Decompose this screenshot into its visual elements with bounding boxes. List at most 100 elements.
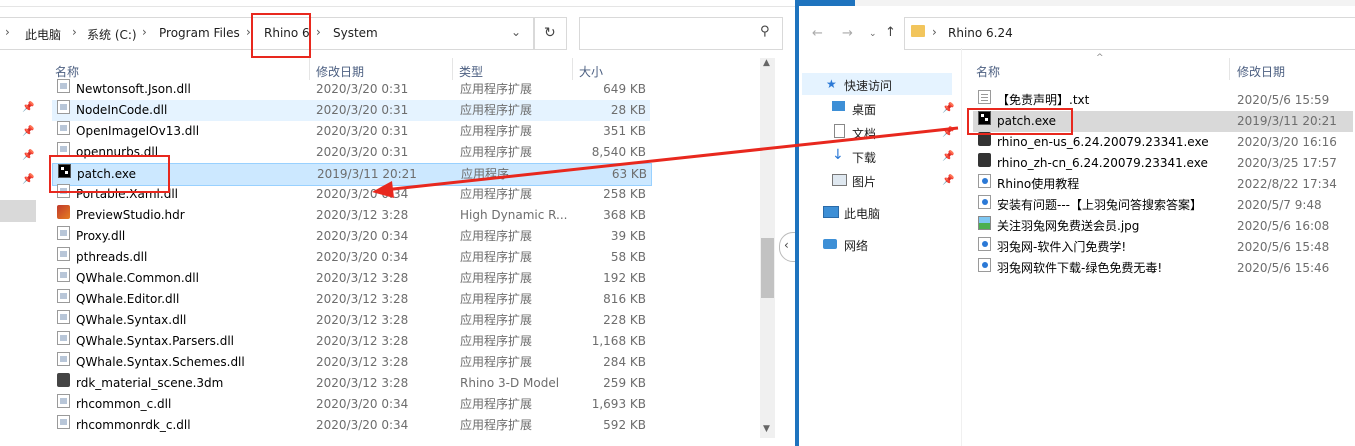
column-header-name[interactable]: 名称 bbox=[976, 63, 1000, 80]
file-row[interactable]: QWhale.Editor.dll 2020/3/12 3:28 应用程序扩展 816… bbox=[52, 289, 650, 310]
file-name: 安装有问题---【上羽兔问答搜索答案】 bbox=[997, 198, 1202, 212]
nav-item-desktop[interactable]: 桌面 bbox=[852, 101, 876, 118]
chevron-down-icon[interactable]: ⌄ bbox=[869, 29, 877, 39]
pin-icon[interactable]: 📌 bbox=[942, 103, 954, 114]
dll-icon bbox=[57, 352, 70, 366]
file-row[interactable]: rdk_material_scene.3dm 2020/3/12 3:28 Rhin… bbox=[52, 373, 650, 394]
file-size: 368 KB bbox=[603, 208, 646, 222]
file-size: 28 KB bbox=[610, 103, 646, 117]
file-row[interactable]: QWhale.Common.dll 2020/3/12 3:28 应用程序扩展 192… bbox=[52, 268, 650, 289]
nav-item-this-pc[interactable]: 此电脑 bbox=[844, 205, 880, 222]
forward-arrow-icon[interactable]: → bbox=[842, 26, 853, 41]
file-row[interactable]: 羽兔网软件下载-绿色免费无毒! 2020/5/6 15:46 bbox=[973, 258, 1353, 279]
url-icon bbox=[978, 195, 991, 209]
file-row[interactable]: PreviewStudio.hdr 2020/3/12 3:28 High Dyna… bbox=[52, 205, 650, 226]
dll-icon bbox=[57, 310, 70, 324]
file-type: 应用程序扩展 bbox=[460, 271, 533, 285]
nav-item-downloads[interactable]: 下载 bbox=[852, 149, 876, 166]
file-row[interactable]: 关注羽兔网免费送会员.jpg 2020/5/6 16:08 bbox=[973, 216, 1353, 237]
file-row[interactable]: OpenImageIOv13.dll 2020/3/20 0:31 应用程序扩展 35… bbox=[52, 121, 650, 142]
dll-icon bbox=[57, 247, 70, 261]
column-header-modified[interactable]: 修改日期 bbox=[1237, 63, 1285, 80]
scroll-up-icon[interactable]: ▲ bbox=[763, 58, 770, 68]
up-arrow-icon[interactable]: ↑ bbox=[885, 25, 896, 40]
pane-splitter[interactable] bbox=[961, 48, 962, 446]
file-name: 羽兔网软件下载-绿色免费无毒! bbox=[997, 261, 1163, 275]
refresh-button[interactable]: ↻ bbox=[534, 17, 567, 50]
file-row[interactable]: rhcommon_c.dll 2020/3/20 0:34 应用程序扩展 1,693 … bbox=[52, 394, 650, 415]
column-header-size[interactable]: 大小 bbox=[579, 63, 603, 80]
highlight-box-patch-left bbox=[49, 155, 170, 193]
left-search-input[interactable]: ⚲ bbox=[579, 17, 783, 50]
hdr-icon bbox=[57, 205, 70, 219]
file-row[interactable]: NodeInCode.dll 2020/3/20 0:31 应用程序扩展 28 KB bbox=[52, 100, 650, 121]
file-row[interactable]: QWhale.Syntax.Parsers.dll 2020/3/12 3:28 应… bbox=[52, 331, 650, 352]
file-row[interactable]: pthreads.dll 2020/3/20 0:34 应用程序扩展 58 KB bbox=[52, 247, 650, 268]
column-divider[interactable] bbox=[452, 58, 453, 80]
file-name: rhcommonrdk_c.dll bbox=[76, 418, 191, 432]
left-scrollbar-thumb[interactable] bbox=[761, 238, 774, 298]
file-row[interactable]: rhino_zh-cn_6.24.20079.23341.exe 2020/3/2… bbox=[973, 153, 1353, 174]
file-modified: 2020/3/20 16:16 bbox=[1237, 135, 1337, 149]
file-row[interactable]: Proxy.dll 2020/3/20 0:34 应用程序扩展 39 KB bbox=[52, 226, 650, 247]
breadcrumb-program-files[interactable]: Program Files bbox=[159, 26, 240, 40]
column-divider[interactable] bbox=[1229, 58, 1230, 80]
right-address-bar[interactable]: › Rhino 6.24 bbox=[904, 17, 1355, 50]
chevron-right-icon: › bbox=[5, 25, 10, 39]
column-divider[interactable] bbox=[309, 58, 310, 80]
highlight-box-rhino6 bbox=[251, 13, 311, 58]
pin-icon[interactable]: 📌 bbox=[22, 126, 34, 137]
pin-icon[interactable]: 📌 bbox=[942, 175, 954, 186]
pin-icon[interactable]: 📌 bbox=[22, 102, 34, 113]
breadcrumb-rhino624[interactable]: Rhino 6.24 bbox=[948, 26, 1013, 40]
column-divider[interactable] bbox=[572, 58, 573, 80]
file-type: 应用程序扩展 bbox=[460, 229, 533, 243]
file-size: 284 KB bbox=[603, 355, 646, 369]
scroll-down-icon[interactable]: ▼ bbox=[763, 424, 770, 434]
file-size: 63 KB bbox=[611, 167, 647, 181]
nav-item-network[interactable]: 网络 bbox=[844, 237, 868, 254]
file-size: 228 KB bbox=[603, 313, 646, 327]
breadcrumb-system[interactable]: System bbox=[333, 26, 378, 40]
chevron-right-icon: › bbox=[72, 25, 77, 39]
file-row[interactable]: rhcommonrdk_c.dll 2020/3/20 0:34 应用程序扩展 592… bbox=[52, 415, 650, 436]
nav-item-documents[interactable]: 文档 bbox=[852, 125, 876, 142]
file-type: 应用程序扩展 bbox=[460, 250, 533, 264]
star-icon: ★ bbox=[826, 77, 837, 91]
desktop-icon bbox=[832, 101, 845, 111]
chevron-right-icon: › bbox=[932, 25, 937, 39]
ribbon-file-tab[interactable] bbox=[799, 0, 855, 6]
file-row[interactable]: 安装有问题---【上羽兔问答搜索答案】 2020/5/7 9:48 bbox=[973, 195, 1353, 216]
column-header-modified[interactable]: 修改日期 bbox=[316, 63, 364, 80]
dll-icon bbox=[57, 121, 70, 135]
back-arrow-icon[interactable]: ← bbox=[812, 26, 823, 41]
column-header-name[interactable]: 名称 bbox=[55, 63, 79, 80]
file-row[interactable]: QWhale.Syntax.dll 2020/3/12 3:28 应用程序扩展 228… bbox=[52, 310, 650, 331]
file-modified: 2020/5/6 16:08 bbox=[1237, 219, 1330, 233]
file-row[interactable]: rhino_en-us_6.24.20079.23341.exe 2020/3/2… bbox=[973, 132, 1353, 153]
breadcrumb-drive-c[interactable]: 系统 (C:) bbox=[87, 26, 137, 43]
nav-selected-item[interactable] bbox=[0, 200, 36, 222]
file-name: OpenImageIOv13.dll bbox=[76, 124, 200, 138]
file-row[interactable]: 羽兔网-软件入门免费学! 2020/5/6 15:48 bbox=[973, 237, 1353, 258]
window-divider bbox=[795, 0, 799, 446]
file-name: Proxy.dll bbox=[76, 229, 126, 243]
file-type: 应用程序扩展 bbox=[460, 313, 533, 327]
file-row[interactable]: Rhino使用教程 2022/8/22 17:34 bbox=[973, 174, 1353, 195]
file-size: 58 KB bbox=[610, 250, 646, 264]
file-row[interactable]: QWhale.Syntax.Schemes.dll 2020/3/12 3:28 应… bbox=[52, 352, 650, 373]
dll-icon bbox=[57, 268, 70, 282]
nav-item-quick-access[interactable]: 快速访问 bbox=[844, 77, 892, 94]
column-header-type[interactable]: 类型 bbox=[459, 63, 483, 80]
file-type: High Dynamic R... bbox=[460, 208, 568, 222]
file-name: QWhale.Syntax.dll bbox=[76, 313, 187, 327]
file-size: 816 KB bbox=[603, 292, 646, 306]
chevron-down-icon[interactable]: ⌄ bbox=[511, 25, 521, 39]
pin-icon[interactable]: 📌 bbox=[942, 151, 954, 162]
pin-icon[interactable]: 📌 bbox=[22, 150, 34, 161]
breadcrumb-this-pc[interactable]: 此电脑 bbox=[25, 26, 61, 43]
pin-icon[interactable]: 📌 bbox=[942, 127, 954, 138]
nav-item-pictures[interactable]: 图片 bbox=[852, 173, 876, 190]
file-row[interactable]: Newtonsoft.Json.dll 2020/3/20 0:31 应用程序扩展 6… bbox=[52, 79, 650, 100]
pin-icon[interactable]: 📌 bbox=[22, 174, 34, 185]
